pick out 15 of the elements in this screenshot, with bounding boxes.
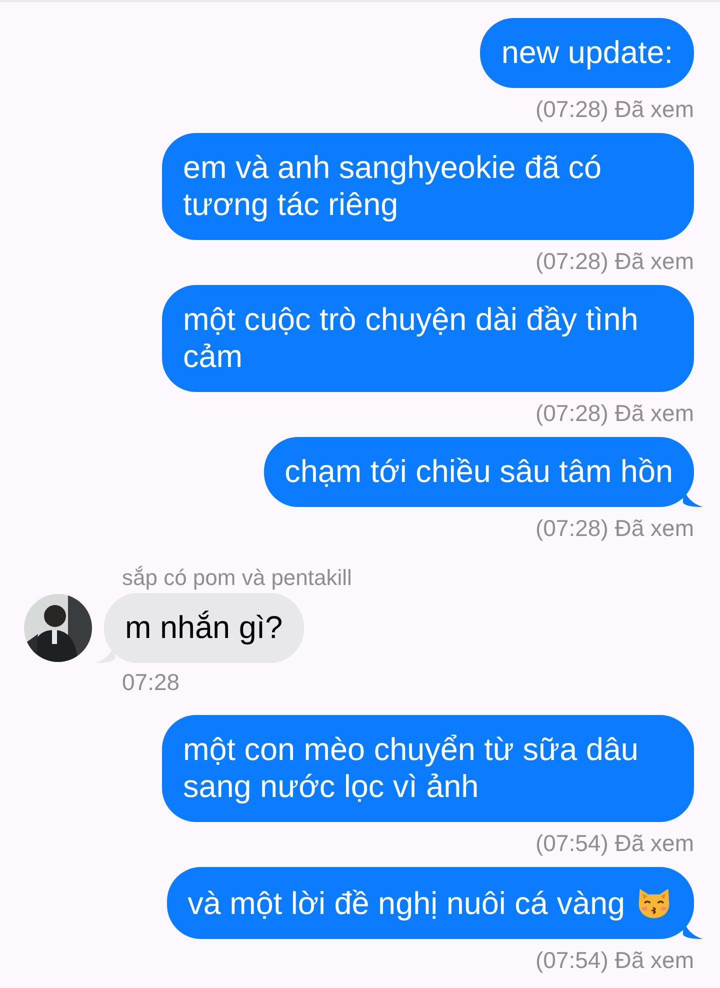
message-status: (07:28) Đã xem	[535, 515, 694, 541]
message-status: (07:54) Đã xem	[535, 830, 694, 856]
message-status: (07:54) Đã xem	[535, 947, 694, 973]
message-bubble: một cuộc trò chuyện dài đầy tình cảm	[162, 285, 694, 392]
message-bubble: một con mèo chuyển từ sữa dâu sang nước lọc vì ảnh	[162, 715, 694, 822]
message-bubble: chạm tới chiều sâu tâm hồn	[264, 437, 694, 507]
sender-name: sắp có pom và pentakill	[122, 565, 352, 591]
message-time: 07:28	[122, 669, 180, 695]
message-bubble: new update:	[480, 18, 694, 88]
message-bubble: m nhắn gì?	[104, 593, 304, 663]
message-bubble: em và anh sanghyeokie đã có tương tác riêng	[162, 133, 694, 240]
message-bubble: và một lời đề nghị nuôi cá vàng	[166, 867, 694, 939]
message-status: (07:28) Đã xem	[535, 96, 694, 122]
message-status: (07:28) Đã xem	[535, 400, 694, 426]
message-status: (07:28) Đã xem	[535, 248, 694, 274]
